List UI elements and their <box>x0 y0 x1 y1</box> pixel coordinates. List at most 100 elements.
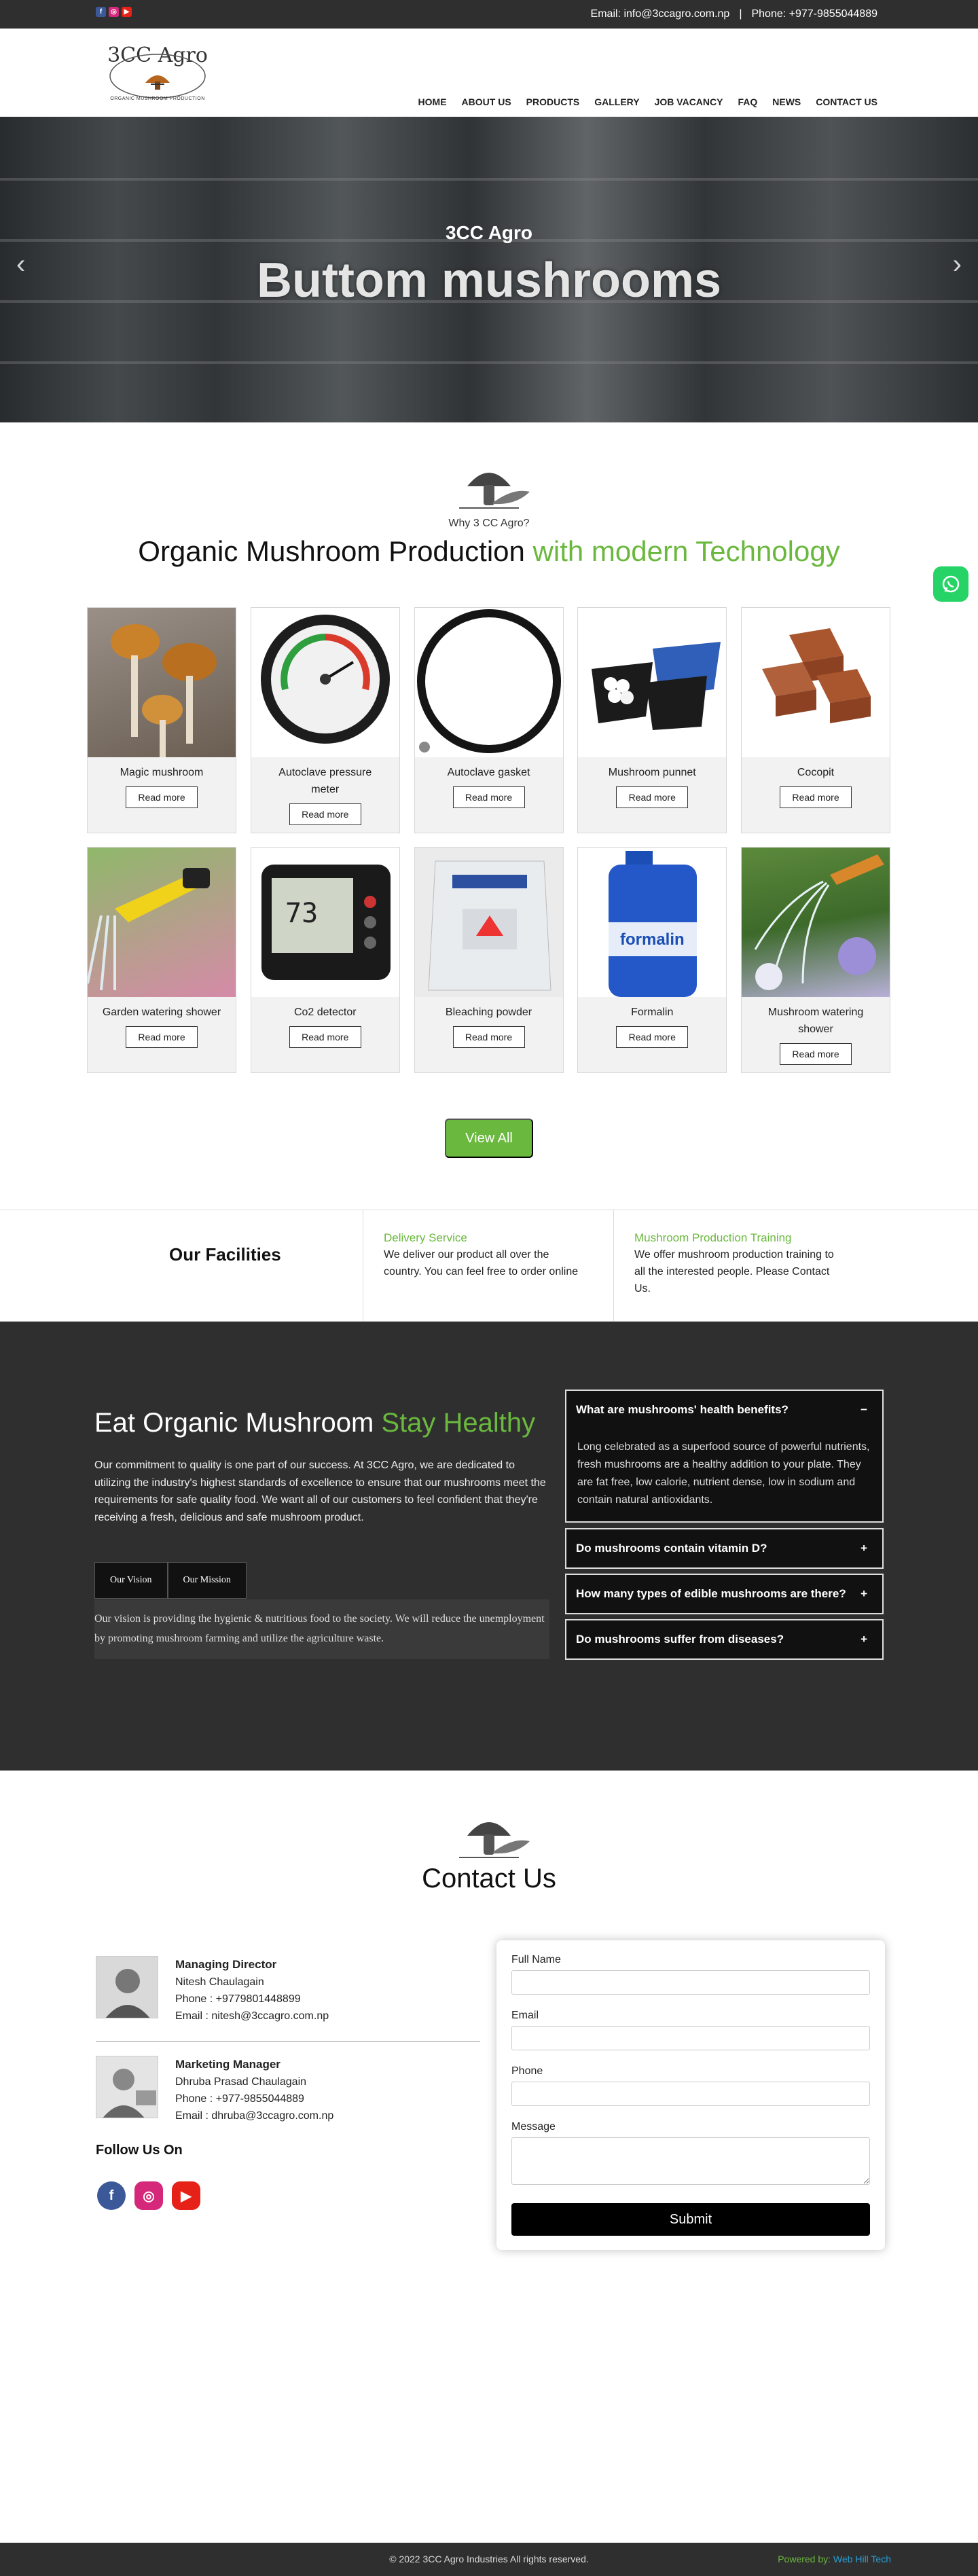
submit-button[interactable]: Submit <box>511 2203 870 2236</box>
product-card[interactable]: Cocopit Read more <box>741 607 890 833</box>
faq-item-vitamin-d[interactable]: Do mushrooms contain vitamin D? + <box>565 1528 884 1569</box>
faq-item-diseases[interactable]: Do mushrooms suffer from diseases? + <box>565 1619 884 1660</box>
product-grid: Magic mushroom Read more Autoclave press… <box>87 607 890 1073</box>
read-more-button[interactable]: Read more <box>126 1026 198 1048</box>
read-more-button[interactable]: Read more <box>780 786 852 808</box>
about-faq-section: Eat Organic Mushroom Stay Healthy Our co… <box>0 1322 978 1771</box>
whatsapp-icon[interactable] <box>933 566 968 602</box>
phone-label: Phone <box>511 2065 543 2077</box>
tab-our-mission[interactable]: Our Mission <box>167 1562 247 1599</box>
product-image <box>742 608 890 757</box>
full-name-field[interactable] <box>511 1970 870 1995</box>
product-card[interactable]: Autoclave pressure meter Read more <box>250 607 400 833</box>
top-phone[interactable]: Phone: +977-9855044889 <box>751 8 877 20</box>
powered-by-link[interactable]: Web Hill Tech <box>833 2554 891 2564</box>
faq-item-health-benefits[interactable]: What are mushrooms' health benefits? − Lo… <box>565 1390 884 1523</box>
tab-our-vision[interactable]: Our Vision <box>94 1562 168 1599</box>
product-card[interactable]: Garden watering shower Read more <box>87 847 236 1073</box>
message-label: Message <box>511 2121 556 2133</box>
product-card[interactable]: Bleaching powder Read more <box>414 847 564 1073</box>
contact-phone[interactable]: Phone : +977-9855044889 <box>175 2093 304 2105</box>
view-all-button[interactable]: View All <box>445 1119 533 1158</box>
product-name: Bleaching powder <box>445 1006 532 1018</box>
expand-icon[interactable]: + <box>861 1633 867 1646</box>
facebook-icon[interactable]: f <box>96 7 106 17</box>
email-label: Email <box>511 2010 539 2021</box>
faq-question-text: Do mushrooms contain vitamin D? <box>576 1542 767 1555</box>
avatar <box>96 2056 158 2118</box>
nav-faq[interactable]: FAQ <box>738 96 757 107</box>
about-title: Eat Organic Mushroom Stay Healthy <box>94 1408 535 1438</box>
youtube-icon[interactable]: ▶ <box>122 7 132 17</box>
hero-next-arrow-icon[interactable]: › <box>953 249 962 280</box>
product-name: Co2 detector <box>293 1006 357 1018</box>
nav-products[interactable]: PRODUCTS <box>526 96 580 107</box>
product-card[interactable]: Mushroom watering shower Read more <box>741 847 890 1073</box>
message-field[interactable] <box>511 2137 870 2185</box>
expand-icon[interactable]: + <box>861 1542 867 1555</box>
facebook-icon[interactable]: f <box>97 2181 126 2210</box>
nav-home[interactable]: HOME <box>418 96 447 107</box>
read-more-button[interactable]: Read more <box>126 786 198 808</box>
top-email[interactable]: Email: info@3ccagro.com.np <box>591 8 730 20</box>
faq-item-types[interactable]: How many types of edible mushrooms are t… <box>565 1574 884 1614</box>
faq-question[interactable]: Do mushrooms contain vitamin D? + <box>566 1529 882 1567</box>
site-logo[interactable]: 3CC Agro ORGANIC MUSHROOM PRODUCTION <box>103 42 212 107</box>
read-more-button[interactable]: Read more <box>452 1026 525 1048</box>
youtube-icon[interactable]: ▶ <box>172 2181 200 2210</box>
vision-mission-tabs: Our Vision Our Mission <box>94 1562 247 1599</box>
facility-text: We deliver our product all over the coun… <box>384 1249 579 1277</box>
product-card[interactable]: Magic mushroom Read more <box>87 607 236 833</box>
instagram-icon[interactable]: ◎ <box>134 2181 163 2210</box>
nav-about-us[interactable]: ABOUT US <box>462 96 511 107</box>
faq-question[interactable]: Do mushrooms suffer from diseases? + <box>566 1620 882 1658</box>
contact-info: Managing Director Nitesh Chaulagain Phon… <box>175 1956 329 2025</box>
follow-us-label: Follow Us On <box>96 2143 183 2158</box>
product-card[interactable]: Autoclave gasket Read more <box>414 607 564 833</box>
email-field[interactable] <box>511 2026 870 2050</box>
top-bar: f ◎ ▶ Email: info@3ccagro.com.np | Phone… <box>0 0 978 29</box>
read-more-button[interactable]: Read more <box>780 1043 852 1065</box>
faq-question[interactable]: How many types of edible mushrooms are t… <box>566 1575 882 1613</box>
phone-field[interactable] <box>511 2082 870 2106</box>
nav-contact-us[interactable]: CONTACT US <box>816 96 877 107</box>
hero-prev-arrow-icon[interactable]: ‹ <box>16 249 25 280</box>
product-name: Autoclave gasket <box>447 767 530 778</box>
nav-job-vacancy[interactable]: JOB VACANCY <box>655 96 723 107</box>
product-card[interactable]: formalin Formalin Read more <box>577 847 727 1073</box>
contact-phone[interactable]: Phone : +9779801448899 <box>175 1993 301 2005</box>
contact-email[interactable]: Email : dhruba@3ccagro.com.np <box>175 2110 333 2122</box>
nav-gallery[interactable]: GALLERY <box>594 96 639 107</box>
full-name-label: Full Name <box>511 1954 561 1965</box>
faq-question[interactable]: What are mushrooms' health benefits? − <box>566 1391 882 1429</box>
nav-news[interactable]: NEWS <box>772 96 801 107</box>
read-more-button[interactable]: Read more <box>616 1026 689 1048</box>
collapse-icon[interactable]: − <box>861 1403 867 1417</box>
contact-role: Managing Director <box>175 1958 277 1971</box>
about-paragraph: Our commitment to quality is one part of… <box>94 1459 546 1523</box>
top-divider: | <box>739 8 742 20</box>
expand-icon[interactable]: + <box>861 1587 867 1601</box>
top-social-links: f ◎ ▶ <box>96 7 132 17</box>
product-card[interactable]: Mushroom punnet Read more <box>577 607 727 833</box>
read-more-button[interactable]: Read more <box>616 786 689 808</box>
why-title-main: Organic Mushroom Production <box>138 535 533 567</box>
instagram-icon[interactable]: ◎ <box>109 7 119 17</box>
logo-tagline: ORGANIC MUSHROOM PRODUCTION <box>110 96 205 101</box>
contact-title: Contact Us <box>422 1864 556 1893</box>
contact-email[interactable]: Email : nitesh@3ccagro.com.np <box>175 2010 329 2022</box>
product-image: 73 <box>251 848 399 997</box>
read-more-button[interactable]: Read more <box>289 803 361 825</box>
read-more-button[interactable]: Read more <box>289 1026 361 1048</box>
powered-by: Powered by: Web Hill Tech <box>778 2554 891 2564</box>
product-name: Autoclave pressure meter <box>278 767 372 795</box>
facility-delivery: Delivery Service We deliver our product … <box>384 1229 587 1280</box>
hero-title: Buttom mushrooms <box>257 253 721 308</box>
contact-name: Nitesh Chaulagain <box>175 1976 264 1988</box>
facilities-divider <box>613 1210 614 1322</box>
read-more-button[interactable]: Read more <box>452 786 525 808</box>
product-card[interactable]: 73 Co2 detector Read more <box>250 847 400 1073</box>
facilities-title: Our Facilities <box>169 1244 281 1265</box>
mushroom-emblem-icon <box>459 1822 530 1858</box>
contact-info: Marketing Manager Dhruba Prasad Chaulaga… <box>175 2056 333 2124</box>
